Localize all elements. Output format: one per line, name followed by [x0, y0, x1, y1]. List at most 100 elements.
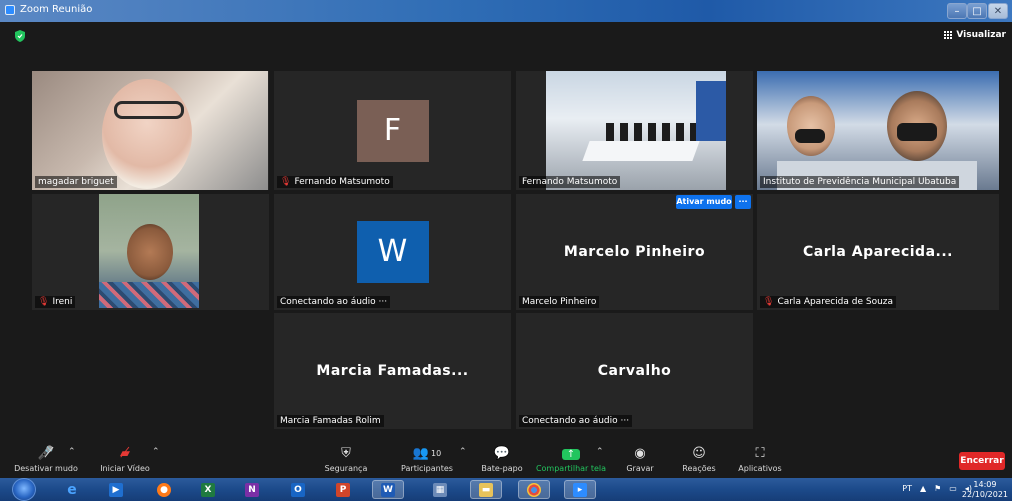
apps-button[interactable]: ⛶ Aplicativos	[733, 440, 787, 478]
clock-time: 14:09	[973, 480, 997, 489]
participant-face	[102, 79, 192, 189]
video-tile-marcelo[interactable]: Marcelo Pinheiro Marcelo Pinheiro	[516, 194, 753, 310]
participants-button[interactable]: 👥 10 Participantes	[392, 440, 462, 478]
media-player-icon[interactable]: ▶	[100, 480, 132, 499]
participant-big-name: Marcelo Pinheiro	[563, 244, 706, 260]
participants-label: Participantes	[401, 464, 453, 473]
apps-icon: ⛶	[755, 446, 765, 461]
participant-video	[546, 71, 726, 190]
calculator-icon[interactable]: ▦	[424, 480, 456, 499]
file-explorer-icon[interactable]: ▬	[470, 480, 502, 499]
flag-icon[interactable]: ⚑	[934, 484, 941, 493]
participant-name: Conectando ao áudio ···	[277, 296, 391, 308]
participant-face	[127, 224, 173, 280]
mask-shape	[795, 129, 825, 143]
word-icon[interactable]: W	[372, 480, 404, 499]
participant-name: Marcia Famadas Rolim	[277, 415, 384, 427]
title-bar: Zoom Reunião – □ ✕	[0, 0, 1012, 22]
participants-icon: 👥 10	[412, 446, 442, 461]
share-options-caret[interactable]: ⌃	[596, 440, 608, 478]
chrome-icon[interactable]	[518, 480, 550, 499]
chevron-up-icon[interactable]: ▲	[920, 484, 926, 493]
chevron-up-icon: ⌃	[596, 447, 604, 457]
video-tile-fernando-room[interactable]: Fernando Matsumoto	[516, 71, 753, 190]
participant-video	[757, 71, 999, 190]
onenote-icon[interactable]: N	[236, 480, 268, 499]
start-button[interactable]	[12, 478, 36, 501]
video-label: Iniciar Vídeo	[100, 464, 150, 473]
window-title: Zoom Reunião	[20, 4, 93, 15]
video-tile-fernando-avatar[interactable]: F 🎙 Fernando Matsumoto	[274, 71, 511, 190]
view-button[interactable]: Visualizar	[944, 30, 1006, 40]
people-shape	[606, 123, 706, 141]
apps-label: Aplicativos	[738, 464, 782, 473]
participants-options-caret[interactable]: ⌃	[459, 440, 471, 478]
shield-icon: ⛨	[341, 446, 351, 461]
powerpoint-icon[interactable]: P	[327, 480, 359, 499]
chat-button[interactable]: 💬 Bate-papo	[476, 440, 528, 478]
close-button[interactable]: ✕	[988, 3, 1008, 19]
video-tile-ireni[interactable]: 🎙 Ireni	[32, 194, 269, 310]
video-tile-marcia[interactable]: Marcia Famadas... Marcia Famadas Rolim	[274, 313, 511, 429]
mic-muted-icon: 🎙	[38, 297, 50, 307]
excel-icon[interactable]: X	[192, 480, 224, 499]
record-label: Gravar	[626, 464, 654, 473]
participant-name: Conectando ao áudio ···	[519, 415, 633, 427]
participant-video	[99, 194, 199, 308]
network-icon[interactable]: ▭	[949, 484, 957, 493]
chevron-up-icon: ⌃	[152, 447, 160, 457]
firefox-icon[interactable]: ●	[148, 480, 180, 499]
zoom-taskbar-icon[interactable]: ▸	[564, 480, 596, 499]
mic-muted-icon: 🎙	[763, 297, 775, 307]
internet-explorer-icon[interactable]: e	[56, 480, 88, 499]
unmute-participant-button[interactable]: Ativar mudo	[676, 195, 732, 209]
outlook-icon[interactable]: O	[282, 480, 314, 499]
reactions-button[interactable]: ☺ Reações	[674, 440, 724, 478]
taskbar-clock[interactable]: 14:09 22/10/2021	[962, 480, 1008, 500]
clothing-shape	[99, 282, 199, 308]
security-label: Segurança	[324, 464, 368, 473]
security-button[interactable]: ⛨ Segurança	[318, 440, 374, 478]
chevron-up-icon: ⌃	[459, 447, 467, 457]
maximize-button[interactable]: □	[967, 3, 987, 19]
glasses-shape	[114, 101, 184, 119]
table-shape	[582, 141, 700, 161]
mask-shape	[897, 123, 937, 141]
record-button[interactable]: ◉ Gravar	[620, 440, 660, 478]
participant-big-name: Carla Aparecida...	[803, 244, 953, 260]
start-video-button[interactable]: ▰̸ Iniciar Vídeo	[95, 440, 155, 478]
language-indicator[interactable]: PT	[902, 484, 912, 493]
participant-name: Fernando Matsumoto	[519, 176, 621, 188]
windows-taskbar: e ▶ ● X N O P W ▦ ▬ ▸ PT ▲ ⚑ ▭ ◂) 14:09 …	[0, 478, 1012, 501]
view-label: Visualizar	[956, 30, 1006, 40]
video-tile-carvalho[interactable]: Carvalho Conectando ao áudio ···	[516, 313, 753, 429]
avatar: W	[356, 221, 429, 283]
reactions-label: Reações	[682, 464, 716, 473]
reactions-icon: ☺	[692, 446, 706, 461]
banner-shape	[696, 81, 726, 141]
participant-big-name: Marcia Famadas...	[316, 363, 469, 379]
chat-icon: 💬	[493, 446, 511, 461]
video-tile-magadar[interactable]: magadar briguet	[32, 71, 269, 190]
meeting-toolbar: 🎤̸ Desativar mudo ⌃ ▰̸ Iniciar Vídeo ⌃ ⛨…	[0, 440, 1012, 478]
mic-muted-icon: 🎙	[280, 177, 292, 187]
participant-name-row: 🎙 Fernando Matsumoto	[277, 176, 393, 188]
audio-options-caret[interactable]: ⌃	[68, 440, 80, 478]
video-tile-instituto[interactable]: Instituto de Previdência Municipal Ubatu…	[757, 71, 999, 190]
participant-name-row: 🎙 Ireni	[35, 296, 76, 308]
participant-video	[32, 71, 268, 190]
clock-date: 22/10/2021	[961, 490, 1008, 499]
participant-name-row: 🎙 Carla Aparecida de Souza	[760, 296, 897, 308]
video-tile-w[interactable]: W Conectando ao áudio ···	[274, 194, 511, 310]
zoom-app-icon	[5, 5, 15, 15]
chevron-up-icon: ⌃	[68, 447, 76, 457]
zoom-window: Zoom Reunião – □ ✕ Visualizar magadar br…	[0, 0, 1012, 501]
participant-name: Instituto de Previdência Municipal Ubatu…	[760, 176, 960, 188]
encryption-shield-icon[interactable]	[14, 30, 26, 42]
video-options-caret[interactable]: ⌃	[152, 440, 164, 478]
participant-name: Ireni	[52, 297, 73, 307]
end-meeting-button[interactable]: Encerrar	[959, 452, 1005, 470]
more-options-button[interactable]: ···	[735, 195, 751, 209]
minimize-button[interactable]: –	[947, 3, 967, 19]
video-tile-carla[interactable]: Carla Aparecida... 🎙 Carla Aparecida de S…	[757, 194, 999, 310]
